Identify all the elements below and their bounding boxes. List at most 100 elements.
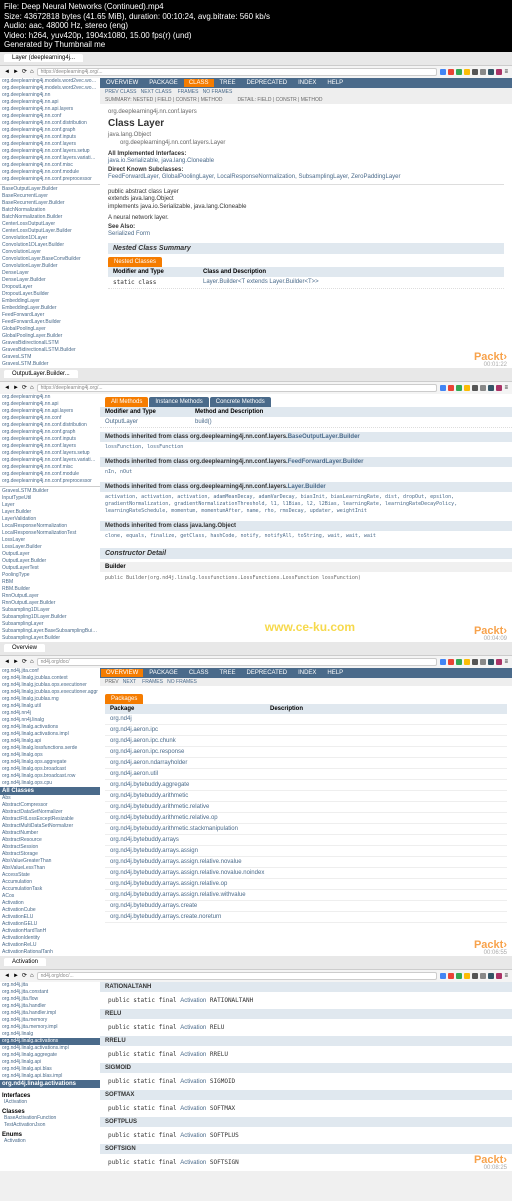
sidebar-item[interactable]: Accumulation: [0, 879, 100, 886]
sidebar-item[interactable]: AccumulationTask: [0, 886, 100, 893]
sidebar-item[interactable]: org.nd4j.jita.flow: [0, 996, 100, 1003]
nav-fwd-icon[interactable]: ►: [13, 659, 19, 665]
home-icon[interactable]: ⌂: [30, 659, 34, 665]
sidebar-item[interactable]: SubsamplingLayer: [0, 621, 100, 628]
menu-icon[interactable]: ≡: [504, 659, 508, 665]
sidebar-item[interactable]: GravesBidirectionalLSTM.Builder: [0, 347, 100, 354]
sidebar-item[interactable]: Subsampling1DLayer.Builder: [0, 614, 100, 621]
url-input[interactable]: nd4j.org/doc/...: [37, 972, 438, 980]
nav-back-icon[interactable]: ◄: [4, 385, 10, 391]
ext-icon[interactable]: [496, 385, 502, 391]
type-link[interactable]: OutputLayer: [105, 419, 195, 425]
sidebar-item[interactable]: org.nd4j.linalg.activations: [0, 1038, 100, 1045]
sidebar-item[interactable]: AbstractDataSetNormalizer: [0, 809, 100, 816]
sidebar-item[interactable]: org.deeplearning4j.nn.conf.inputs: [0, 436, 100, 443]
sidebar-item[interactable]: org.deeplearning4j.nn.conf.layers.setup: [0, 148, 100, 155]
package-link[interactable]: org.nd4j.aeron.ipc.chunk: [105, 736, 507, 747]
sidebar-item[interactable]: org.deeplearning4j.nn: [0, 394, 100, 401]
sidebar-item[interactable]: AbstractResource: [0, 837, 100, 844]
sidebar-item[interactable]: org.nd4j.linalg.api: [0, 1059, 100, 1066]
ext-icon[interactable]: [440, 385, 446, 391]
sidebar-item[interactable]: LocalResponseNormalizationTest: [0, 530, 100, 537]
nav-package[interactable]: PACKAGE: [144, 669, 183, 677]
sidebar-item[interactable]: ActivationELU: [0, 914, 100, 921]
sidebar-item[interactable]: AbsValueGreaterThan: [0, 858, 100, 865]
sidebar-item[interactable]: BaseActivationFunction: [2, 1115, 98, 1122]
browser-tab[interactable]: Activation: [4, 958, 46, 966]
sidebar-item[interactable]: org.nd4j.linalg.api.blas.impl: [0, 1073, 100, 1080]
sidebar-item[interactable]: org.deeplearning4j.nn.api.layers: [0, 408, 100, 415]
sidebar-item[interactable]: LocalResponseNormalization: [0, 523, 100, 530]
browser-tab[interactable]: Layer (deeplearning4j...: [4, 54, 83, 62]
sidebar-item[interactable]: org.nd4j.linalg.activations.impl: [0, 1045, 100, 1052]
sidebar-item[interactable]: org.nd4j.linalg.lossfunctions.serde: [0, 745, 100, 752]
package-link[interactable]: org.nd4j.bytebuddy.arrays: [105, 835, 507, 846]
ext-icon[interactable]: [456, 659, 462, 665]
all-methods-tab[interactable]: All Methods: [105, 397, 148, 407]
sidebar-item[interactable]: org.deeplearning4j.nn.conf.layers.setup: [0, 450, 100, 457]
sidebar-item[interactable]: org.deeplearning4j.nn.conf.misc: [0, 464, 100, 471]
sidebar-item[interactable]: ActivationCube: [0, 907, 100, 914]
package-link[interactable]: org.nd4j.aeron.ipc: [105, 725, 507, 736]
sidebar-item[interactable]: ConvolutionLayer: [0, 249, 100, 256]
ext-icon[interactable]: [448, 973, 454, 979]
sidebar-item[interactable]: org.deeplearning4j.nn.conf.distribution: [0, 120, 100, 127]
sidebar-item[interactable]: org.deeplearning4j.nn.conf.graph: [0, 429, 100, 436]
home-icon[interactable]: ⌂: [30, 385, 34, 391]
sidebar-item[interactable]: BatchNormalization.Builder: [0, 214, 100, 221]
sidebar-item[interactable]: Layer.Builder: [0, 509, 100, 516]
sidebar-item[interactable]: RBM.Builder: [0, 586, 100, 593]
reload-icon[interactable]: ⟳: [22, 68, 27, 75]
ext-icon[interactable]: [480, 659, 486, 665]
sidebar-item[interactable]: OutputLayerTest: [0, 565, 100, 572]
ext-icon[interactable]: [440, 69, 446, 75]
sidebar-item[interactable]: org.deeplearning4j.nn.conf.module: [0, 169, 100, 176]
ext-icon[interactable]: [456, 973, 462, 979]
package-link[interactable]: org.nd4j.bytebuddy.arrays.assign.relativ…: [105, 857, 507, 868]
menu-icon[interactable]: ≡: [504, 973, 508, 979]
class-link[interactable]: Layer.Builder<T extends Layer.Builder<T>…: [203, 279, 319, 286]
sidebar-item[interactable]: org.deeplearning4j.nn.api: [0, 99, 100, 106]
nav-overview[interactable]: OVERVIEW: [101, 79, 143, 87]
sidebar-item[interactable]: org.deeplearning4j.nn.conf.misc: [0, 162, 100, 169]
frames-link[interactable]: FRAMES: [178, 89, 199, 95]
sidebar-item[interactable]: org.nd4j.jita.handler: [0, 1003, 100, 1010]
sidebar-item[interactable]: GravesLSTM: [0, 354, 100, 361]
home-icon[interactable]: ⌂: [30, 973, 34, 979]
package-link[interactable]: org.nd4j.bytebuddy.arrays.create: [105, 901, 507, 912]
home-icon[interactable]: ⌂: [30, 69, 34, 75]
sidebar-item[interactable]: org.nd4j.nn4j: [0, 710, 100, 717]
sidebar-item[interactable]: BaseRecurrentLayer.Builder: [0, 200, 100, 207]
sidebar-item[interactable]: SubsamplingLayer.BaseSubsamplingBuilder: [0, 628, 100, 635]
sidebar-item[interactable]: AbstractSession: [0, 844, 100, 851]
sidebar-item[interactable]: ActivationHardTanH: [0, 928, 100, 935]
sidebar-item[interactable]: org.nd4j.jita.memory.impl: [0, 1024, 100, 1031]
packages-tab[interactable]: Packages: [105, 694, 143, 704]
ext-icon[interactable]: [472, 69, 478, 75]
ext-icon[interactable]: [448, 659, 454, 665]
browser-tab[interactable]: OutputLayer.Builder...: [4, 370, 78, 378]
sidebar-item[interactable]: org.deeplearning4j.nn.conf.layers.variat…: [0, 155, 100, 162]
sidebar-item[interactable]: org.deeplearning4j.nn.conf.preprocessor: [0, 478, 100, 485]
sidebar-item[interactable]: org.nd4j.linalg.ops.broadcast: [0, 766, 100, 773]
sidebar-item[interactable]: AbstractFitLossExceptResizable: [0, 816, 100, 823]
nav-deprecated[interactable]: DEPRECATED: [242, 79, 293, 87]
ext-icon[interactable]: [480, 973, 486, 979]
sidebar-item[interactable]: GravesBidirectionalLSTM: [0, 340, 100, 347]
sidebar-item[interactable]: org.deeplearning4j.nn.api.layers: [0, 106, 100, 113]
sidebar-item[interactable]: DenseLayer: [0, 270, 100, 277]
sidebar-item[interactable]: org.nd4j.jita: [0, 982, 100, 989]
nav-fwd-icon[interactable]: ►: [13, 973, 19, 979]
nav-overview[interactable]: OVERVIEW: [101, 669, 143, 677]
nav-tree[interactable]: TREE: [215, 669, 241, 677]
sidebar-item[interactable]: LayerValidation: [0, 516, 100, 523]
url-input[interactable]: nd4j.org/doc/: [37, 658, 438, 666]
sidebar-item[interactable]: AbstractMultiDataSetNormalizer: [0, 823, 100, 830]
ext-icon[interactable]: [464, 659, 470, 665]
frames-link[interactable]: FRAMES: [142, 679, 163, 685]
noframes-link[interactable]: NO FRAMES: [203, 89, 233, 95]
sidebar-item[interactable]: CenterLossOutputLayer.Builder: [0, 228, 100, 235]
ext-icon[interactable]: [472, 973, 478, 979]
sidebar-item[interactable]: Convolution1DLayer.Builder: [0, 242, 100, 249]
sidebar-item[interactable]: org.nd4j.nn4j.linalg: [0, 717, 100, 724]
